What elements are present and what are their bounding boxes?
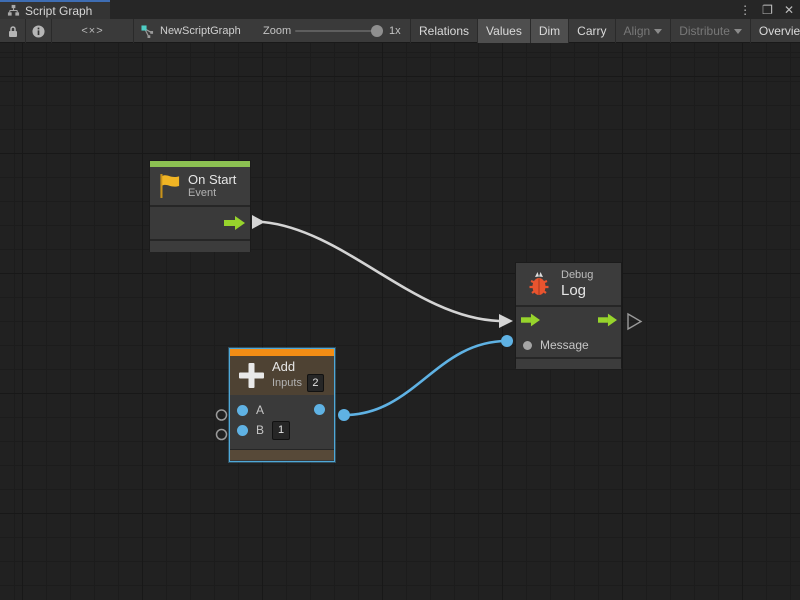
message-port-row: Message <box>516 333 621 357</box>
zoom-slider[interactable] <box>295 30 377 32</box>
lock-button[interactable] <box>0 19 26 43</box>
script-graph-window: Script Graph ⋮ ❐ ✕ <×> <box>0 0 800 600</box>
add-header: Add Inputs 2 <box>230 356 334 395</box>
code-view-button[interactable]: <×> <box>52 19 134 43</box>
add-footer <box>230 449 334 460</box>
graph-name-button[interactable]: NewScriptGraph <box>134 19 260 43</box>
zoom-label: Zoom <box>263 19 291 43</box>
zoom-value: 1x <box>389 19 401 43</box>
plus-icon <box>238 362 265 389</box>
more-menu-icon[interactable]: ⋮ <box>739 4 751 16</box>
port-b-value-field[interactable]: 1 <box>272 421 290 440</box>
on-start-body <box>150 207 250 239</box>
debug-log-trigger-row <box>516 307 621 333</box>
trigger-output-port[interactable] <box>598 313 617 327</box>
relations-button[interactable]: Relations <box>411 19 478 43</box>
port-a-label: A <box>256 403 264 417</box>
dim-button[interactable]: Dim <box>531 19 569 43</box>
graph-hierarchy-icon <box>7 4 20 17</box>
overview-button[interactable]: Overview <box>751 19 800 43</box>
node-title: On Start <box>188 172 236 187</box>
sum-output-port[interactable] <box>314 404 325 415</box>
zoom-slider-handle[interactable] <box>371 25 383 37</box>
node-add[interactable]: Add Inputs 2 A B 1 <box>229 348 335 462</box>
graph-toolbar: <×> NewScriptGraph Zoom 1x Relations Val… <box>0 19 800 43</box>
window-controls: ⋮ ❐ ✕ <box>739 0 794 19</box>
maximize-icon[interactable]: ❐ <box>762 4 773 16</box>
flag-icon <box>158 173 181 199</box>
graph-canvas[interactable] <box>0 43 800 600</box>
tab-script-graph[interactable]: Script Graph <box>0 0 110 19</box>
trigger-input-port[interactable] <box>521 313 540 327</box>
on-start-footer <box>150 241 250 252</box>
debug-log-footer <box>516 359 621 369</box>
inputs-label: Inputs <box>272 377 302 390</box>
add-accent-bar <box>230 349 334 356</box>
chevron-down-icon <box>654 29 662 34</box>
trigger-output-port[interactable] <box>224 216 245 230</box>
node-title: Add <box>272 359 324 374</box>
toolbar-buttons: Relations Values Dim Carry Align Distrib… <box>410 19 800 43</box>
port-b-label: B <box>256 423 264 437</box>
node-subtitle: Event <box>188 187 236 200</box>
inputs-count-field[interactable]: 2 <box>307 374 324 392</box>
values-button[interactable]: Values <box>478 19 531 43</box>
message-input-port[interactable] <box>523 341 532 350</box>
node-title: Log <box>561 282 593 299</box>
node-category: Debug <box>561 269 593 282</box>
node-on-start[interactable]: On Start Event <box>149 160 251 252</box>
port-row-a: A <box>230 400 334 420</box>
close-icon[interactable]: ✕ <box>784 4 794 16</box>
carry-button[interactable]: Carry <box>569 19 615 43</box>
info-icon <box>32 25 45 38</box>
tab-bar: Script Graph ⋮ ❐ ✕ <box>0 0 800 19</box>
code-icon: <×> <box>81 25 103 37</box>
script-graph-asset-icon <box>141 25 154 38</box>
node-debug-log[interactable]: Debug Log Message <box>515 262 622 368</box>
align-button[interactable]: Align <box>616 19 672 43</box>
port-row-b: B 1 <box>230 420 334 440</box>
graph-name-label: NewScriptGraph <box>160 25 241 37</box>
tab-label: Script Graph <box>25 5 92 17</box>
info-button[interactable] <box>26 19 52 43</box>
lock-icon <box>7 25 19 38</box>
debug-log-header: Debug Log <box>516 263 621 305</box>
distribute-button[interactable]: Distribute <box>671 19 751 43</box>
chevron-down-icon <box>734 29 742 34</box>
message-port-label: Message <box>540 338 589 352</box>
bug-icon <box>524 269 554 299</box>
on-start-header: On Start Event <box>150 167 250 205</box>
port-a-input[interactable] <box>237 405 248 416</box>
port-b-input[interactable] <box>237 425 248 436</box>
add-body: A B 1 <box>230 395 334 449</box>
